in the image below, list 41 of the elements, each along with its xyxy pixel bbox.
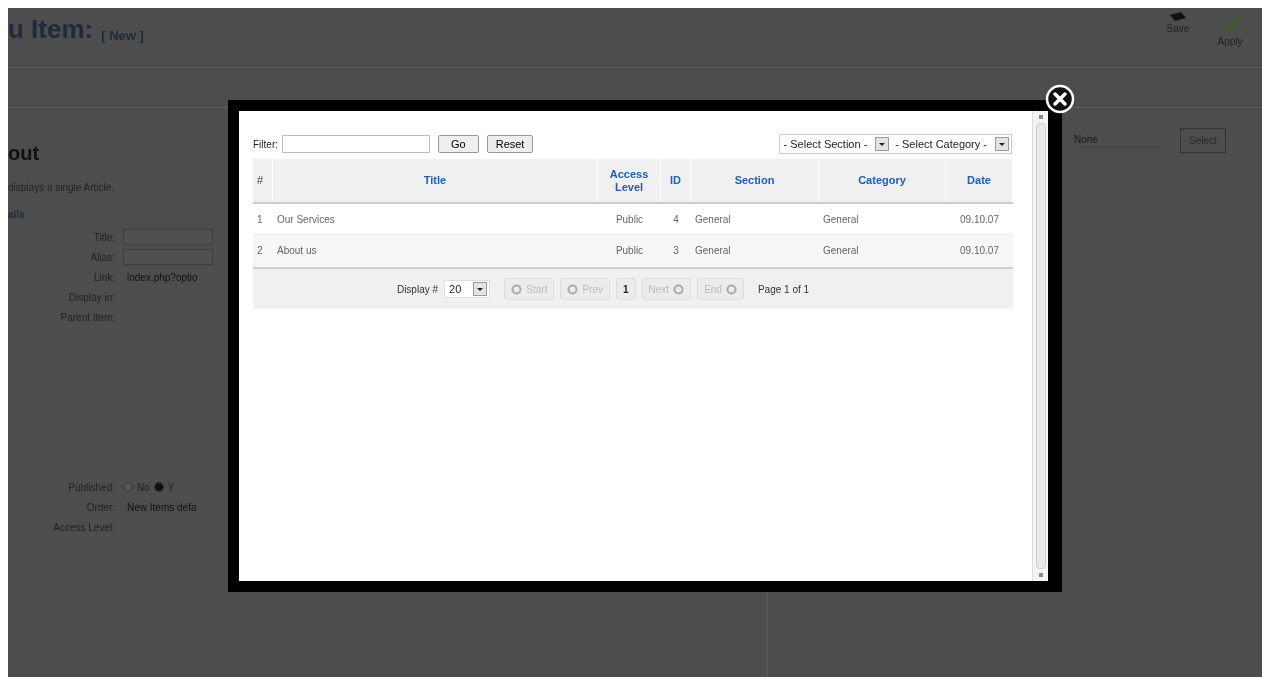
table-cell-text: 1 bbox=[256, 212, 264, 227]
table-cell-text: General bbox=[822, 212, 860, 227]
circle-icon bbox=[511, 283, 523, 295]
column-header-link[interactable]: Title bbox=[273, 159, 598, 202]
checkmark-icon bbox=[1219, 12, 1241, 34]
page-number-button[interactable]: 1 bbox=[616, 278, 636, 300]
table-cell-text: 09.10.07 bbox=[959, 243, 1000, 258]
table-cell-text: 2 bbox=[256, 243, 264, 258]
reset-button[interactable]: Reset bbox=[486, 135, 534, 153]
column-header-link[interactable]: Category bbox=[819, 159, 946, 202]
article-link[interactable]: Our Services bbox=[273, 211, 598, 227]
table-cell-text: General bbox=[822, 243, 860, 258]
column-header: # bbox=[253, 159, 273, 202]
display-label: Display # bbox=[396, 282, 439, 297]
column-header-link[interactable]: Section bbox=[691, 159, 819, 202]
circle-icon bbox=[567, 283, 579, 295]
radio-button[interactable] bbox=[123, 482, 133, 492]
scrollbar[interactable] bbox=[1032, 111, 1048, 581]
table-cell-text: 09.10.07 bbox=[959, 212, 1000, 227]
table-cell-text: 3 bbox=[672, 243, 680, 258]
display-dropdown[interactable]: 20 bbox=[444, 280, 491, 298]
table-cell-text: Public bbox=[614, 212, 645, 227]
circle-icon bbox=[725, 283, 737, 295]
column-header-link[interactable]: ID bbox=[661, 159, 691, 202]
close-icon[interactable] bbox=[1045, 84, 1075, 114]
page-info: Page 1 of 1 bbox=[757, 282, 810, 297]
table-cell-text: 4 bbox=[672, 212, 680, 227]
field-value: index.php?optio bbox=[126, 270, 198, 285]
field-value: New Items defa bbox=[126, 500, 197, 515]
article-link[interactable]: About us bbox=[273, 242, 598, 258]
radio-button[interactable] bbox=[153, 482, 164, 492]
section-heading: out bbox=[8, 141, 40, 166]
table-cell-text: General bbox=[694, 243, 732, 258]
table-cell-text: General bbox=[694, 212, 732, 227]
circle-icon bbox=[673, 283, 685, 295]
table-cell-text: Public bbox=[614, 243, 645, 258]
filter-field[interactable] bbox=[282, 135, 430, 153]
column-header-link[interactable]: Date bbox=[946, 159, 1013, 202]
column-header-link[interactable]: Access Level bbox=[598, 159, 661, 202]
go-button[interactable]: Go bbox=[438, 135, 479, 153]
filter-label: Filter: bbox=[253, 137, 278, 152]
